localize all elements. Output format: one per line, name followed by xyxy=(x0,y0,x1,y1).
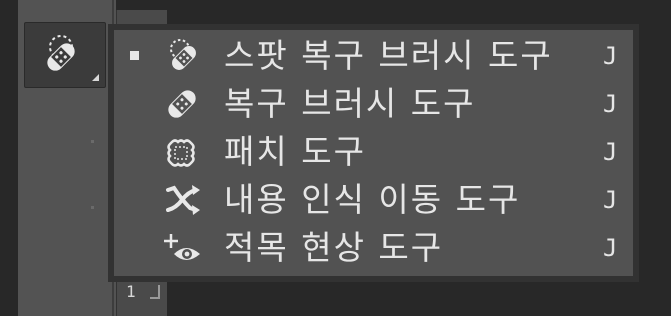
menu-item-shortcut: J xyxy=(603,90,618,118)
menu-item-content-aware-move[interactable]: 내용 인식 이동 도구 J xyxy=(114,176,633,224)
menu-item-shortcut: J xyxy=(603,138,618,166)
menu-item-spot-healing-brush[interactable]: 스팟 복구 브러시 도구 J xyxy=(114,32,633,80)
content-aware-move-icon xyxy=(166,185,200,215)
menu-item-label: 패치 도구 xyxy=(224,132,366,171)
menu-item-red-eye[interactable]: 적목 현상 도구 J xyxy=(114,224,633,272)
spot-healing-tool-button[interactable] xyxy=(24,22,106,88)
selected-bullet-icon xyxy=(130,51,139,60)
tool-slot-marker xyxy=(91,206,94,209)
spot-healing-brush-icon xyxy=(170,39,196,70)
menu-item-shortcut: J xyxy=(603,186,618,214)
patch-icon xyxy=(167,139,195,167)
menu-item-label: 내용 인식 이동 도구 xyxy=(224,180,521,219)
tool-number-label: 1 xyxy=(126,282,136,301)
menu-item-label: 복구 브러시 도구 xyxy=(224,84,476,123)
healing-tools-flyout-menu: 스팟 복구 브러시 도구 J 복구 브러시 도구 J 패치 도구 J 내용 인식… xyxy=(108,24,639,282)
menu-item-healing-brush[interactable]: 복구 브러시 도구 J xyxy=(114,80,633,128)
menu-item-shortcut: J xyxy=(603,42,618,70)
menu-item-label: 적목 현상 도구 xyxy=(224,228,444,267)
menu-item-patch[interactable]: 패치 도구 J xyxy=(114,128,633,176)
menu-item-shortcut: J xyxy=(603,234,618,262)
bracket-icon xyxy=(150,285,160,299)
tool-slot-marker xyxy=(91,140,94,143)
healing-brush-icon xyxy=(168,90,196,118)
menu-item-label: 스팟 복구 브러시 도구 xyxy=(224,36,553,75)
more-tools-indicator-icon xyxy=(92,74,99,81)
flyout-body: 스팟 복구 브러시 도구 J 복구 브러시 도구 J 패치 도구 J 내용 인식… xyxy=(114,30,633,276)
red-eye-icon xyxy=(164,234,200,260)
band-aid-spot-icon xyxy=(47,35,75,71)
